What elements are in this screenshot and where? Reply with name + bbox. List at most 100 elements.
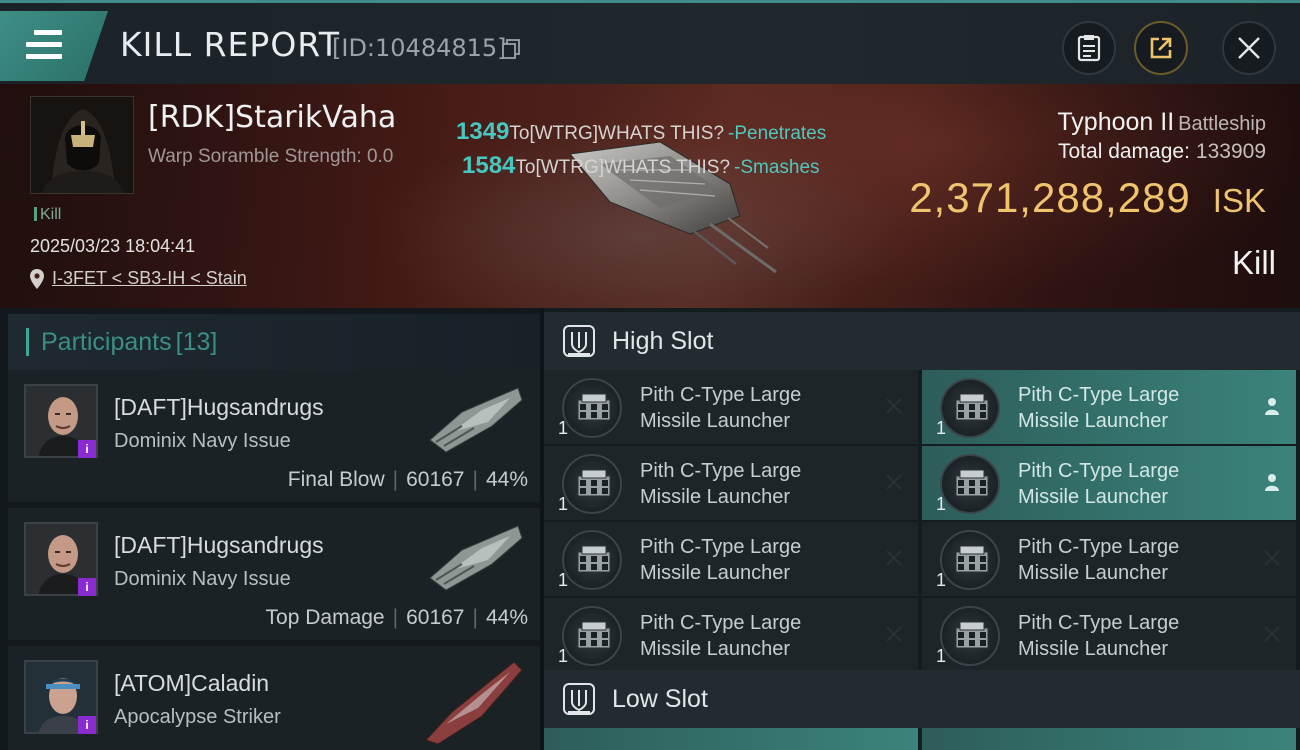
location-link[interactable]: I-3FET < SB3-IH < Stain xyxy=(52,268,247,289)
missile-launcher-icon xyxy=(940,454,1000,514)
high-slot-label: High Slot xyxy=(612,326,714,355)
damage-feed-ghost xyxy=(500,86,504,104)
damage-feed-entry: 1349 To[WTRG]WHATS THIS? -Penetrates xyxy=(456,118,826,146)
low-slot-module[interactable] xyxy=(922,728,1296,750)
kill-tag-label: Kill xyxy=(40,206,62,223)
module-quantity: 1 xyxy=(936,418,947,438)
high-slot-module[interactable]: 1 Pith C-Type Large Missile Launcher xyxy=(922,370,1296,444)
destroyed-x-icon xyxy=(884,624,904,644)
copy-icon[interactable] xyxy=(502,39,520,59)
participant-ship-image xyxy=(429,525,523,591)
participant-percent: 44% xyxy=(485,468,528,491)
high-slot-module[interactable]: 1 Pith C-Type Large Missile Launcher xyxy=(544,522,918,596)
module-name-line2: Missile Launcher xyxy=(1018,410,1169,432)
high-slot-icon xyxy=(563,325,595,357)
damage-target: To[WTRG]WHATS THIS? xyxy=(509,123,725,144)
kill-tag: Kill xyxy=(34,206,61,224)
low-slot-header: Low Slot xyxy=(544,670,1300,728)
damage-verb: -Smashes xyxy=(734,157,820,178)
high-slot-module[interactable]: 1 Pith C-Type Large Missile Launcher xyxy=(544,370,918,444)
share-icon xyxy=(1150,37,1172,59)
kill-summary-panel: [RDK]StarikVaha Warp Soramble Strength: … xyxy=(0,84,1300,308)
participant-ship-image xyxy=(429,387,523,453)
high-slot-module[interactable]: 1 Pith C-Type Large Missile Launcher xyxy=(922,446,1296,520)
damage-feed-entry: 1584 To[WTRG]WHATS THIS? -Smashes xyxy=(462,152,820,180)
dropped-person-icon xyxy=(1262,472,1282,492)
participant-ship: Dominix Navy Issue xyxy=(114,568,291,590)
share-button[interactable] xyxy=(1134,21,1188,75)
module-quantity: 1 xyxy=(558,494,569,514)
participant-stats: Top Damage | 60167 | 44% xyxy=(265,606,528,629)
module-quantity: 1 xyxy=(936,494,947,514)
module-name-line1: Pith C-Type Large xyxy=(640,460,802,482)
module-name-line1: Pith C-Type Large xyxy=(1018,460,1180,482)
participant-card[interactable]: i [ATOM]Caladin Apocalypse Striker xyxy=(8,646,540,750)
close-button[interactable] xyxy=(1222,21,1276,75)
damage-target: To[WTRG]WHATS THIS? xyxy=(515,157,731,178)
high-slot-module[interactable]: 1 Pith C-Type Large Missile Launcher xyxy=(922,522,1296,596)
participants-header: Participants [13] xyxy=(8,314,540,370)
ship-name[interactable]: Typhoon II xyxy=(1057,108,1174,136)
participant-card[interactable]: i [DAFT]Hugsandrugs Dominix Navy Issue T… xyxy=(8,508,540,640)
total-damage-value: 133909 xyxy=(1195,140,1266,163)
participant-damage: 60167 xyxy=(406,468,465,491)
module-name: Pith C-Type Large Missile Launcher xyxy=(1018,458,1238,510)
total-damage-label: Total damage: xyxy=(1058,140,1190,163)
ship-type: Typhoon II Battleship xyxy=(1057,108,1266,137)
module-name-line1: Pith C-Type Large xyxy=(1018,536,1180,558)
participant-name[interactable]: [DAFT]Hugsandrugs xyxy=(114,394,324,421)
module-name-line2: Missile Launcher xyxy=(640,486,791,508)
kill-datetime: 2025/03/23 18:04:41 xyxy=(30,236,196,256)
high-slot-module[interactable]: 1 Pith C-Type Large Missile Launcher xyxy=(544,446,918,520)
module-name-line2: Missile Launcher xyxy=(640,562,791,584)
participant-ship-image xyxy=(425,661,523,744)
low-slot-module[interactable] xyxy=(544,728,918,750)
module-quantity: 1 xyxy=(936,570,947,590)
participant-card[interactable]: i [DAFT]Hugsandrugs Dominix Navy Issue F… xyxy=(8,370,540,502)
hamburger-icon xyxy=(26,30,62,66)
victim-portrait[interactable] xyxy=(30,96,134,194)
info-badge-icon[interactable]: i xyxy=(78,578,96,596)
module-name: Pith C-Type Large Missile Launcher xyxy=(640,534,860,586)
fitting-panel[interactable]: High Slot 1 Pith C-Type Large Missile Laun… xyxy=(544,308,1300,750)
module-name-line1: Pith C-Type Large xyxy=(1018,612,1180,634)
info-badge-icon[interactable]: i xyxy=(78,440,96,458)
participant-name[interactable]: [ATOM]Caladin xyxy=(114,670,269,697)
destroyed-x-icon xyxy=(1262,548,1282,568)
kill-location[interactable]: I-3FET < SB3-IH < Stain xyxy=(30,268,247,289)
page-title: KILL REPORT xyxy=(120,25,340,64)
menu-button[interactable] xyxy=(0,11,108,81)
clipboard-icon xyxy=(1077,35,1101,62)
module-name-line2: Missile Launcher xyxy=(640,410,791,432)
participant-name[interactable]: [DAFT]Hugsandrugs xyxy=(114,532,324,559)
missile-launcher-icon xyxy=(940,606,1000,666)
module-name-line1: Pith C-Type Large xyxy=(640,536,802,558)
isk-amount: 2,371,288,289 xyxy=(909,174,1191,221)
report-list-button[interactable] xyxy=(1062,21,1116,75)
report-id: [ID:10484815] xyxy=(332,34,507,62)
ship-class: Battleship xyxy=(1178,113,1266,135)
participants-count: [13] xyxy=(175,327,218,356)
victim-ship-image xyxy=(569,141,777,274)
high-slot-module[interactable]: 1 Pith C-Type Large Missile Launcher xyxy=(922,598,1296,672)
destroyed-x-icon xyxy=(884,396,904,416)
module-name-line2: Missile Launcher xyxy=(1018,638,1169,660)
damage-verb: -Penetrates xyxy=(728,123,827,144)
participant-damage: 60167 xyxy=(406,606,465,629)
low-slot-icon xyxy=(563,683,595,715)
info-badge-icon[interactable]: i xyxy=(78,716,96,734)
missile-launcher-icon xyxy=(562,606,622,666)
participant-role: Top Damage xyxy=(265,606,385,629)
dropped-person-icon xyxy=(1262,396,1282,416)
victim-name[interactable]: [RDK]StarikVaha xyxy=(148,100,396,135)
total-damage: Total damage: 133909 xyxy=(1058,140,1266,164)
participant-role: Final Blow xyxy=(287,468,385,491)
participants-label: Participants xyxy=(41,327,172,356)
destroyed-x-icon xyxy=(1262,624,1282,644)
high-slot-header: High Slot xyxy=(544,312,1300,370)
participants-panel[interactable]: Participants [13] i [DAFT]Hugsandrugs Do… xyxy=(0,308,540,750)
participant-percent: 44% xyxy=(485,606,528,629)
damage-amount: 1584 xyxy=(462,152,516,179)
warp-scramble-strength: Warp Soramble Strength: 0.0 xyxy=(148,146,394,167)
high-slot-module[interactable]: 1 Pith C-Type Large Missile Launcher xyxy=(544,598,918,672)
